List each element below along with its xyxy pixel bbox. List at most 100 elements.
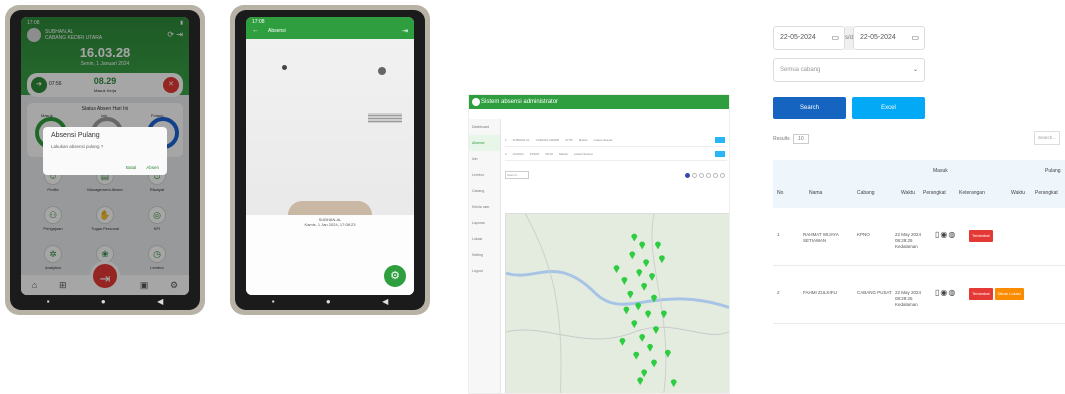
branch-select[interactable]: Semua cabang ⌄	[773, 58, 925, 82]
cell-branch: CABANG PUSAT	[857, 290, 892, 295]
home-circle-icon[interactable]: ●	[326, 298, 331, 306]
sidebar-item[interactable]: Lokasi	[469, 231, 500, 247]
col-perangkat[interactable]: Perangkat	[923, 190, 946, 196]
status-badge: Terlambat	[969, 230, 993, 242]
sidebar-item[interactable]: Lembur	[469, 167, 500, 183]
admin-sidebar: Dashboard Absensi Izin Lembur Cabang Kelola u…	[469, 119, 501, 393]
ceiling-light	[378, 67, 386, 75]
table-search-input[interactable]: Search...	[505, 171, 529, 179]
sidebar-item[interactable]: Izin	[469, 151, 500, 167]
dialog-actions: Batal Absen	[126, 165, 159, 170]
row-action-button[interactable]	[715, 137, 725, 143]
sidebar-item[interactable]: Logout	[469, 263, 500, 279]
back-icon[interactable]: ◀	[157, 298, 163, 306]
sidebar-item[interactable]: Cabang	[469, 183, 500, 199]
date-separator: s/d	[845, 26, 853, 50]
cell-name: FAHMI ZULKIFLI	[803, 290, 838, 295]
wall-sign	[368, 113, 402, 123]
table-cell: Masuk	[578, 137, 588, 142]
results-selector: Results 10	[773, 134, 809, 144]
col-waktu-pulang[interactable]: Waktu	[1011, 190, 1025, 196]
col-keterangan[interactable]: Keterangan	[959, 190, 985, 196]
calendar-icon[interactable]: ▭	[831, 27, 839, 49]
cell-time: 22 May 2024 08:29:25 Kedalaman	[895, 290, 922, 307]
map-svg	[505, 213, 729, 393]
table-cell: 07:56	[565, 137, 573, 142]
device-icons: ▯◉◍	[935, 288, 957, 297]
app-logo-icon	[472, 98, 480, 106]
sidebar-item[interactable]: Setting	[469, 247, 500, 263]
page-dot[interactable]	[706, 173, 711, 178]
page-dot[interactable]	[685, 173, 690, 178]
phone-home-screen: 17:08 ▮ SUBHAN.AL CABANG KEDIRI UTARA ⟳ …	[5, 5, 205, 315]
date-to-input[interactable]: 22-05-2024 ▭	[853, 26, 925, 50]
cell-name: RAHMAT WIJAYA SETIAWAN	[803, 232, 839, 243]
device-icons: ▯◉◍	[935, 230, 957, 239]
sidebar-item[interactable]: Laporan	[469, 215, 500, 231]
location-map[interactable]	[505, 213, 729, 393]
search-button[interactable]: Search	[773, 97, 846, 119]
recents-icon[interactable]: ▪	[47, 298, 50, 306]
excel-button[interactable]: Excel	[852, 97, 925, 119]
admin-dashboard: Sistem absensi administrator Dashboard Ab…	[468, 94, 730, 394]
dialog-ok-button[interactable]: Absen	[146, 165, 159, 170]
home-circle-icon[interactable]: ●	[101, 298, 106, 306]
sidebar-item[interactable]: Absensi	[469, 135, 500, 151]
calendar-icon[interactable]: ▭	[911, 27, 919, 49]
col-nama[interactable]: Nama	[809, 190, 822, 196]
admin-header: Sistem absensi administrator	[469, 95, 729, 109]
phone-screen: 17:08 ← Absensi ⇥ SUBHAN.AL Kamis, 1 Jan…	[246, 17, 414, 295]
back-icon[interactable]: ◀	[382, 298, 388, 306]
pagination	[685, 173, 725, 178]
cell-no: 1	[777, 232, 780, 237]
table-row: 2 AGUNG PUSAT 08:10 Masuk Lokasi Sesuai	[505, 147, 727, 161]
settings-fab-button[interactable]: ⚙	[384, 265, 406, 287]
dialog-message: Lakukan absensi pulang ?	[51, 144, 104, 149]
camera-preview: SUBHAN.AL Kamis, 1 Jan 2024, 17:08:23	[246, 39, 414, 295]
android-nav: ▪ ● ◀	[246, 295, 414, 309]
page-dot[interactable]	[699, 173, 704, 178]
page-title: Absensi	[268, 28, 286, 34]
chevron-down-icon: ⌄	[912, 67, 918, 73]
table-cell: CABANG KEDIRI	[535, 137, 560, 142]
attendance-report: 22-05-2024 ▭ s/d 22-05-2024 ▭ Semua caba…	[765, 18, 1065, 328]
camera-header: 17:08 ← Absensi ⇥	[246, 17, 414, 39]
recents-icon[interactable]: ▪	[272, 298, 275, 306]
phone-screen: 17:08 ▮ SUBHAN.AL CABANG KEDIRI UTARA ⟳ …	[21, 17, 189, 295]
back-arrow-icon[interactable]: ←	[252, 27, 259, 34]
table-row: 2 FAHMI ZULKIFLI CABANG PUSAT 22 May 2024 0…	[773, 266, 1065, 324]
sidebar-item[interactable]: Kelola user	[469, 199, 500, 215]
phone-camera-screen: 17:08 ← Absensi ⇥ SUBHAN.AL Kamis, 1 Jan…	[230, 5, 430, 315]
table-header: Masuk Pulang No Nama Cabang Waktu Perang…	[773, 160, 1065, 208]
table-cell: Masuk	[558, 151, 568, 156]
attendance-table: 1 SUBHAN.AL CABANG KEDIRI 07:56 Masuk Lokasi …	[505, 133, 727, 163]
col-cabang[interactable]: Cabang	[857, 190, 875, 196]
row-action-button[interactable]	[715, 151, 725, 157]
badge-group: Terlambat	[969, 230, 995, 242]
ceiling-spot	[282, 65, 287, 70]
page-dot[interactable]	[720, 173, 725, 178]
table-cell: AGUNG	[512, 151, 524, 156]
cell-no: 2	[777, 290, 780, 295]
table-cell: 2	[505, 151, 507, 156]
logout-icon[interactable]: ⇥	[402, 27, 408, 35]
results-count-select[interactable]: 10	[793, 134, 809, 144]
table-search-input[interactable]: Search...	[1034, 131, 1060, 145]
table-cell: SUBHAN.AL	[512, 137, 530, 142]
photo-caption: SUBHAN.AL Kamis, 1 Jan 2024, 17:08:23	[304, 217, 356, 227]
table-row: 1 RAHMAT WIJAYA SETIAWAN KPNO 22 May 2024 0…	[773, 208, 1065, 266]
group-masuk: Masuk	[933, 168, 948, 174]
sidebar-item[interactable]: Dashboard	[469, 119, 500, 135]
col-no[interactable]: No	[777, 190, 783, 196]
page-dot[interactable]	[713, 173, 718, 178]
dialog-cancel-button[interactable]: Batal	[126, 165, 136, 170]
group-pulang: Pulang	[1045, 168, 1061, 174]
col-perangkat-pulang[interactable]: Perangkat	[1035, 190, 1058, 196]
col-waktu[interactable]: Waktu	[901, 190, 915, 196]
table-cell: Lokasi Sesuai	[573, 151, 593, 156]
date-from-input[interactable]: 22-05-2024 ▭	[773, 26, 845, 50]
table-row: 1 SUBHAN.AL CABANG KEDIRI 07:56 Masuk Lokasi …	[505, 133, 727, 147]
page-dot[interactable]	[692, 173, 697, 178]
badge-group: Terlambat Diluar Lokasi	[969, 288, 1026, 300]
status-badge: Terlambat	[969, 288, 993, 300]
